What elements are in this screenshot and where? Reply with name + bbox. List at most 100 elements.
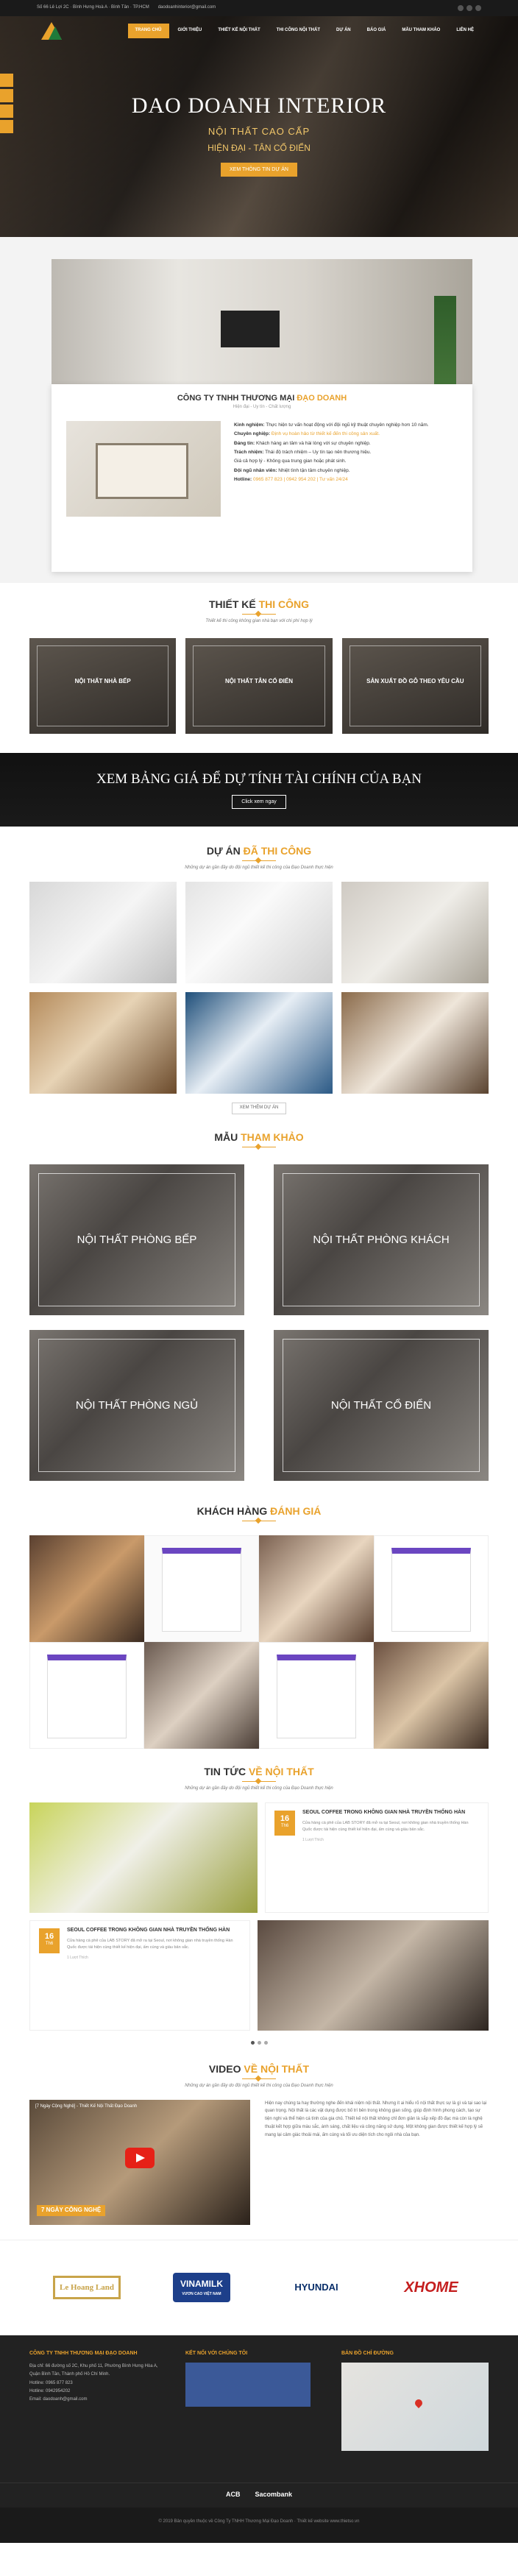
news-image[interactable] bbox=[29, 1802, 258, 1914]
tv-image bbox=[221, 311, 280, 347]
hero-cta-button[interactable]: XEM THÔNG TIN DỰ ÁN bbox=[220, 163, 297, 177]
project-image[interactable] bbox=[185, 991, 333, 1094]
review-image[interactable] bbox=[144, 1642, 259, 1749]
nav-design[interactable]: THIẾT KẾ NỘI THẤT bbox=[210, 24, 267, 38]
news-excerpt: Cửa hàng cà phê của LAB STORY đã mở ra t… bbox=[302, 1821, 469, 1833]
review-screenshot[interactable] bbox=[144, 1535, 259, 1643]
reviews-title: KHÁCH HÀNG ĐÁNH GIÁ bbox=[196, 1504, 322, 1517]
news-meta: 1 Lượt Thích bbox=[67, 1955, 88, 1960]
divider-ornament bbox=[242, 860, 276, 863]
project-image[interactable] bbox=[341, 991, 489, 1094]
news-subtitle: Những dự án gần đây do đội ngũ thiết kế … bbox=[185, 1786, 333, 1791]
footer: CÔNG TY TNHH THƯƠNG MẠI ĐẠO DOANH Địa ch… bbox=[0, 2335, 518, 2483]
about-item: Trách nhiệm: Thái độ trách nhiệm – Uy tí… bbox=[234, 450, 372, 456]
nav-about[interactable]: GIỚI THIỆU bbox=[171, 24, 210, 38]
review-screenshot[interactable] bbox=[374, 1535, 489, 1643]
divider-ornament bbox=[242, 1781, 276, 1784]
zalo-icon[interactable] bbox=[0, 105, 13, 118]
hero-banner: DAO DOANH INTERIOR NỘI THẤT CAO CẤP HIỆN… bbox=[0, 16, 518, 237]
footer-line: Quận Bình Tân, Thành phố Hồ Chí Minh. bbox=[29, 2372, 110, 2377]
messenger-icon[interactable] bbox=[0, 89, 13, 102]
project-image[interactable] bbox=[29, 991, 177, 1094]
dot[interactable] bbox=[250, 2041, 255, 2045]
news-excerpt: Cửa hàng cà phê của LAB STORY đã mở ra t… bbox=[67, 1939, 233, 1950]
about-item: Kinh nghiệm: Thực hiện tư vấn hoạt động … bbox=[234, 422, 429, 428]
nav-samples[interactable]: MẪU THAM KHẢO bbox=[394, 24, 447, 38]
cta-title: XEM BẢNG GIÁ ĐỂ DỰ TÍNH TÀI CHÍNH CỦA BẠ… bbox=[96, 771, 422, 788]
project-image[interactable] bbox=[185, 881, 333, 983]
footer-line[interactable]: Hotline: 0965 877 823 bbox=[29, 2379, 171, 2388]
play-icon[interactable] bbox=[125, 2147, 155, 2168]
partner-lehoangland-logo[interactable]: Le Hoang Land bbox=[39, 2262, 135, 2313]
nav-projects[interactable]: DỰ ÁN bbox=[329, 24, 358, 38]
project-image[interactable] bbox=[341, 881, 489, 983]
floor-plan-image bbox=[66, 421, 221, 517]
about-card: CÔNG TY TNHH THƯƠNG MẠI ĐẠO DOANH Hiện đ… bbox=[52, 384, 472, 572]
facebook-widget[interactable] bbox=[185, 2362, 311, 2407]
about-item: Hotline: 0965 877 823 | 0942 954 202 | T… bbox=[234, 477, 348, 483]
design-card-classic[interactable]: NỘI THẤT TÂN CỔ ĐIỂN bbox=[185, 637, 333, 734]
footer-heading: KẾT NỐI VỚI CHÚNG TÔI bbox=[185, 2350, 248, 2356]
sample-card-living[interactable]: NỘI THẤT PHÒNG KHÁCH bbox=[274, 1164, 489, 1315]
video-title: VIDEO VỀ NỘI THẤT bbox=[208, 2062, 310, 2075]
cta-button[interactable]: Click xem ngay bbox=[232, 794, 286, 809]
design-card-woodwork[interactable]: SẢN XUẤT ĐỒ GỖ THEO YÊU CẦU bbox=[341, 637, 489, 734]
design-card-label: NỘI THẤT NHÀ BẾP bbox=[74, 677, 131, 684]
video-player[interactable]: [7 Ngày Cộng Nghệ] - Thiết Kế Nội Thất Đ… bbox=[29, 2099, 250, 2225]
mail-icon[interactable] bbox=[0, 120, 13, 133]
news-headline[interactable]: SEOUL COFFEE TRONG KHÔNG GIAN NHÀ TRUYỀN… bbox=[302, 1809, 479, 1816]
address-text: Số 66 Lê Lợi 2C · Bình Hưng Hoà A · Bình… bbox=[37, 5, 149, 10]
reviews-section: KHÁCH HÀNG ĐÁNH GIÁ bbox=[0, 1488, 518, 1749]
about-title-b: ĐẠO DOANH bbox=[297, 394, 347, 403]
footer-line[interactable]: Hotline: 0942954202 bbox=[29, 2388, 171, 2396]
news-image[interactable] bbox=[258, 1920, 489, 2031]
about-section: CÔNG TY TNHH THƯƠNG MẠI ĐẠO DOANH Hiện đ… bbox=[0, 237, 518, 583]
design-card-kitchen[interactable]: NỘI THẤT NHÀ BẾP bbox=[29, 637, 177, 734]
phone-icon[interactable] bbox=[0, 74, 13, 87]
nav-home[interactable]: TRANG CHỦ bbox=[127, 24, 169, 38]
footer-line[interactable]: Email: daodoanh@gmail.com bbox=[29, 2396, 171, 2404]
review-image[interactable] bbox=[29, 1535, 144, 1643]
divider-ornament bbox=[242, 614, 276, 617]
partner-vinamilk-logo[interactable]: VINAMILK VƯƠN CAO VIỆT NAM bbox=[154, 2262, 249, 2313]
partner-xhome-logo[interactable]: XHOME bbox=[383, 2262, 479, 2313]
hero-line-2: HIỆN ĐẠI - TÂN CỔ ĐIỂN bbox=[207, 142, 311, 153]
social-links bbox=[458, 5, 481, 11]
sample-card-bedroom[interactable]: NỘI THẤT PHÒNG NGỦ bbox=[29, 1329, 244, 1481]
video-section: VIDEO VỀ NỘI THẤT Những dự án gần đây do… bbox=[0, 2048, 518, 2225]
partner-hyundai-logo[interactable]: HYUNDAI bbox=[269, 2262, 364, 2313]
nav-construction[interactable]: THI CÔNG NỘI THẤT bbox=[269, 24, 327, 38]
design-card-label: NỘI THẤT TÂN CỔ ĐIỂN bbox=[224, 677, 293, 684]
more-projects-button[interactable]: XEM THÊM DỰ ÁN bbox=[231, 1102, 287, 1114]
dot[interactable] bbox=[257, 2041, 261, 2045]
sample-card-kitchen[interactable]: NỘI THẤT PHÒNG BẾP bbox=[29, 1164, 244, 1315]
project-image[interactable] bbox=[29, 881, 177, 983]
news-meta: 1 Lượt Thích bbox=[302, 1837, 324, 1842]
facebook-icon[interactable] bbox=[458, 5, 464, 11]
news-title: TIN TỨC VỀ NỘI THẤT bbox=[204, 1766, 314, 1778]
youtube-icon[interactable] bbox=[475, 5, 481, 11]
email-text[interactable]: daodoanhinterior@gmail.com bbox=[158, 5, 216, 11]
map-embed[interactable] bbox=[341, 2362, 489, 2451]
design-card-label: SẢN XUẤT ĐỒ GỖ THEO YÊU CẦU bbox=[366, 677, 464, 684]
review-screenshot[interactable] bbox=[259, 1642, 374, 1749]
review-screenshot[interactable] bbox=[29, 1642, 144, 1749]
review-image[interactable] bbox=[259, 1535, 374, 1643]
footer-company: CÔNG TY TNHH THƯƠNG MẠI ĐẠO DOANH Địa ch… bbox=[29, 2349, 171, 2469]
hero-line-1: NỘI THẤT CAO CẤP bbox=[207, 125, 311, 137]
twitter-icon[interactable] bbox=[466, 5, 472, 11]
news-headline[interactable]: SEOUL COFFEE TRONG KHÔNG GIAN NHÀ TRUYỀN… bbox=[67, 1927, 241, 1933]
news-card[interactable]: 16 Th6 SEOUL COFFEE TRONG KHÔNG GIAN NHÀ … bbox=[29, 1920, 250, 2031]
about-title-a: CÔNG TY TNHH THƯƠNG MẠI bbox=[177, 394, 297, 403]
about-title: CÔNG TY TNHH THƯƠNG MẠI ĐẠO DOANH bbox=[66, 393, 458, 403]
news-card[interactable]: 16 Th6 SEOUL COFFEE TRONG KHÔNG GIAN NHÀ … bbox=[265, 1802, 489, 1914]
logo[interactable] bbox=[37, 21, 69, 41]
design-subtitle: Thiết kế thi công không gian nhà bạn với… bbox=[205, 619, 313, 624]
about-tagline: Hiện đại - Uy tín - Chất lượng bbox=[233, 405, 291, 410]
projects-title: DỰ ÁN ĐÃ THI CÔNG bbox=[206, 844, 312, 857]
sample-card-classic[interactable]: NỘI THẤT CỔ ĐIỂN bbox=[274, 1329, 489, 1481]
dot[interactable] bbox=[263, 2041, 268, 2045]
nav-pricing[interactable]: BÁO GIÁ bbox=[360, 24, 394, 38]
review-image[interactable] bbox=[374, 1642, 489, 1749]
nav-contact[interactable]: LIÊN HỆ bbox=[449, 24, 481, 38]
